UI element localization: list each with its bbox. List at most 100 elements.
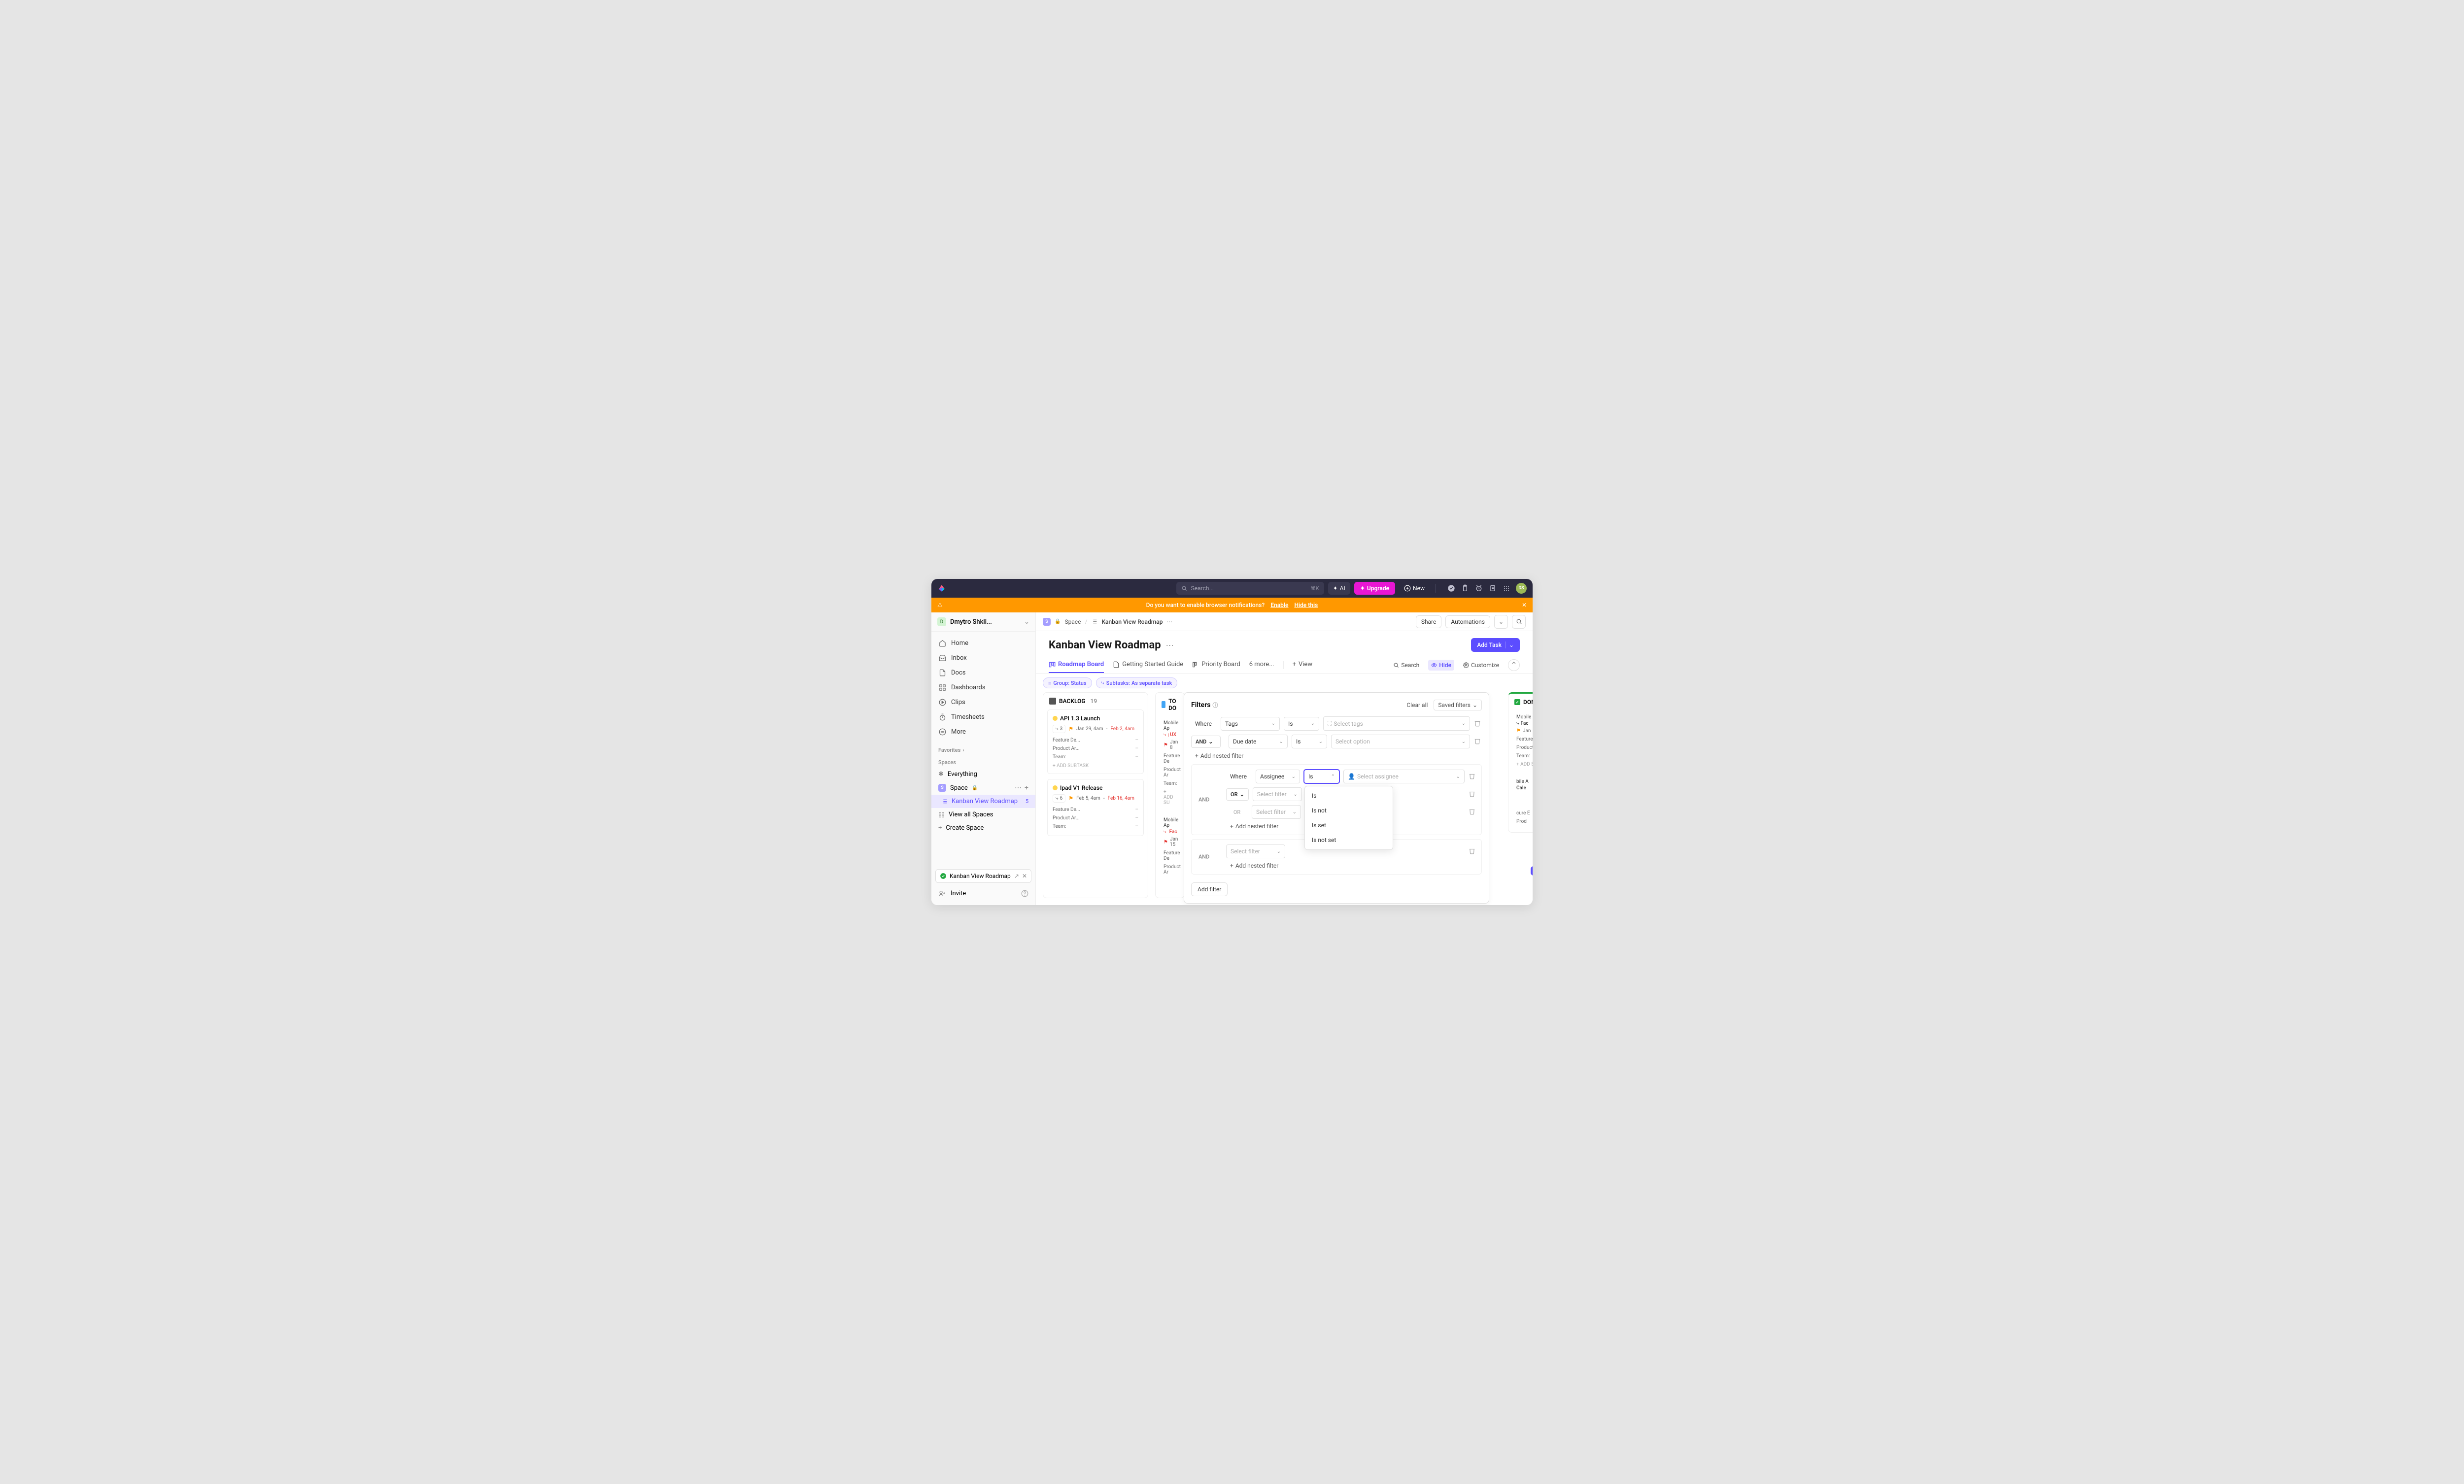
filter-value-select[interactable]: 👤Select assignee⌄	[1343, 770, 1465, 783]
info-icon[interactable]: ⓘ	[1212, 701, 1218, 709]
more-dots-icon[interactable]: ⋯	[1166, 641, 1174, 650]
add-view-button[interactable]: +View	[1293, 657, 1313, 673]
expand-icon[interactable]: ↗	[1014, 873, 1019, 879]
breadcrumb-space[interactable]: Space	[1064, 618, 1081, 625]
automations-button[interactable]: Automations	[1445, 615, 1490, 628]
more-dots-icon[interactable]: ⋯	[1015, 784, 1022, 792]
filter-operator-select[interactable]: Is⌄	[1284, 717, 1319, 731]
global-search-input[interactable]: Search... ⌘K	[1176, 582, 1324, 595]
workspace-picker[interactable]: D Dmytro Shkli... ⌄	[931, 612, 1035, 632]
column-header[interactable]: ✓DON	[1508, 694, 1533, 710]
filter-field-select[interactable]: Select filter⌄	[1252, 805, 1301, 819]
nav-more[interactable]: More	[931, 724, 1035, 739]
subtasks-pill[interactable]: ⤷Subtasks: As separate task	[1096, 677, 1178, 688]
nav-clips[interactable]: Clips	[931, 695, 1035, 709]
add-subtask-button[interactable]: + ADD S	[1516, 762, 1533, 767]
invite-button[interactable]: Invite	[935, 886, 1031, 901]
share-button[interactable]: Share	[1416, 615, 1442, 628]
filter-value-select[interactable]: ⛶Select tags⌄	[1323, 716, 1470, 731]
ai-button[interactable]: ✦ AI	[1328, 582, 1350, 595]
sidebar-kanban-roadmap[interactable]: Kanban View Roadmap5	[931, 795, 1035, 808]
close-icon[interactable]: ✕	[1022, 873, 1027, 879]
tab-more[interactable]: 6 more...	[1249, 657, 1274, 673]
filter-field-select[interactable]: Tags⌄	[1221, 717, 1280, 731]
task-card[interactable]: API 1.3 Launch ⤷3 ⚑ Jan 29, 4am - Feb 2,…	[1047, 709, 1144, 774]
check-circle-icon[interactable]	[1447, 584, 1456, 593]
new-button[interactable]: New	[1399, 582, 1430, 595]
filter-field-select[interactable]: Select filter⌄	[1253, 787, 1302, 801]
and-join-button[interactable]: AND⌄	[1191, 736, 1221, 748]
add-nested-filter-button[interactable]: +Add nested filter	[1226, 862, 1476, 869]
hide-notifications-link[interactable]: Hide this	[1295, 602, 1318, 608]
dropdown-item-is[interactable]: Is	[1305, 788, 1393, 803]
tab-customize-button[interactable]: Customize	[1460, 660, 1502, 671]
enable-notifications-link[interactable]: Enable	[1270, 602, 1288, 608]
subtask-count-chip[interactable]: ⤷3	[1053, 725, 1065, 733]
sidebar-view-all-spaces[interactable]: View all Spaces	[931, 808, 1035, 821]
column-header[interactable]: TO DO	[1156, 693, 1184, 716]
filter-field-select[interactable]: Due date⌄	[1229, 735, 1288, 748]
tab-getting-started[interactable]: Getting Started Guide	[1113, 657, 1183, 673]
subtask-count-chip[interactable]: ⤷6	[1053, 794, 1065, 803]
chevron-down-icon[interactable]: ⌄	[1506, 641, 1514, 648]
add-nested-filter-button[interactable]: +Add nested filter	[1191, 752, 1482, 759]
clipboard-icon[interactable]	[1461, 584, 1470, 593]
clear-all-button[interactable]: Clear all	[1406, 702, 1428, 708]
collapse-icon[interactable]: ⌃	[1508, 659, 1520, 671]
chevron-down-icon[interactable]: ⌄	[1494, 615, 1508, 629]
plus-icon[interactable]: +	[1025, 784, 1028, 792]
filter-value-select[interactable]: Select option⌄	[1331, 735, 1470, 748]
help-icon[interactable]	[1021, 890, 1028, 897]
add-subtask-button[interactable]: + ADD SUBTASK	[1053, 763, 1138, 769]
pinned-item[interactable]: Kanban View Roadmap ↗✕	[935, 869, 1031, 883]
add-filter-button[interactable]: Add filter	[1191, 882, 1228, 896]
dropdown-item-is-not-set[interactable]: Is not set	[1305, 833, 1393, 847]
task-card[interactable]: Mobile Ap ⤷UX ⚑Jan 8 Feature DeProduct A…	[1160, 716, 1180, 809]
search-icon[interactable]	[1512, 615, 1526, 629]
sidebar-everything[interactable]: ✱Everything	[931, 768, 1035, 781]
sidebar-create-space[interactable]: +Create Space	[931, 821, 1035, 835]
more-dots-icon[interactable]: ⋯	[1166, 618, 1172, 625]
trash-icon[interactable]	[1474, 738, 1482, 745]
trash-icon[interactable]	[1469, 790, 1476, 798]
dropdown-item-is-not[interactable]: Is not	[1305, 803, 1393, 818]
trash-icon[interactable]	[1469, 808, 1476, 816]
task-card[interactable]: bile A Cale cure EProd	[1512, 775, 1533, 828]
filter-operator-select[interactable]: Is⌄	[1292, 735, 1327, 748]
add-task-button[interactable]: Add Task ⌄	[1471, 638, 1520, 652]
filter-field-select[interactable]: Select filter⌄	[1226, 844, 1285, 858]
tab-priority-board[interactable]: Priority Board	[1192, 657, 1240, 673]
or-join-button[interactable]: OR⌄	[1226, 788, 1249, 801]
dropdown-item-is-set[interactable]: Is set	[1305, 818, 1393, 833]
breadcrumb-page[interactable]: Kanban View Roadmap	[1101, 618, 1163, 625]
upgrade-button[interactable]: ✦ Upgrade	[1354, 582, 1395, 595]
trash-icon[interactable]	[1469, 773, 1476, 780]
group-pill[interactable]: ≡Group: Status	[1043, 677, 1092, 688]
filter-operator-select[interactable]: Is⌃ Is Is not Is set Is not set	[1304, 770, 1339, 783]
task-card[interactable]: Mobile Ap ⤷Fac ⚑Jan 15 Feature DeProduct…	[1160, 813, 1180, 879]
sidebar-space[interactable]: SSpace🔒⋯+	[931, 781, 1035, 795]
flag-icon[interactable]: ⚑	[1068, 726, 1073, 732]
nav-dashboards[interactable]: Dashboards	[931, 680, 1035, 695]
trash-icon[interactable]	[1474, 720, 1482, 728]
nav-inbox[interactable]: Inbox	[931, 650, 1035, 665]
apps-grid-icon[interactable]	[1502, 584, 1511, 593]
nav-docs[interactable]: Docs	[931, 665, 1035, 680]
task-card[interactable]: Ipad V1 Release ⤷6 ⚑ Feb 5, 4am - Feb 16…	[1047, 779, 1144, 836]
nav-timesheets[interactable]: Timesheets	[931, 709, 1035, 724]
notes-icon[interactable]	[1488, 584, 1497, 593]
close-icon[interactable]: ✕	[1522, 602, 1527, 608]
tab-hide-button[interactable]: Hide	[1428, 660, 1454, 671]
tab-roadmap-board[interactable]: Roadmap Board	[1049, 657, 1104, 673]
saved-filters-button[interactable]: Saved filters⌄	[1434, 700, 1482, 710]
flag-icon[interactable]: ⚑	[1068, 795, 1073, 802]
user-avatar[interactable]: DS	[1516, 583, 1527, 594]
column-header[interactable]: BACKLOG19	[1043, 693, 1148, 709]
tab-search-button[interactable]: Search	[1390, 660, 1422, 671]
nav-home[interactable]: Home	[931, 636, 1035, 650]
alarm-icon[interactable]	[1474, 584, 1483, 593]
favorites-label[interactable]: Favorites›	[931, 743, 1035, 755]
filter-field-select[interactable]: Assignee⌄	[1256, 770, 1300, 783]
task-card[interactable]: Mobile A ⤷Fac ⚑Jan Feature DProduct ATea…	[1512, 710, 1533, 771]
add-subtask-button[interactable]: + ADD SU	[1164, 789, 1176, 806]
